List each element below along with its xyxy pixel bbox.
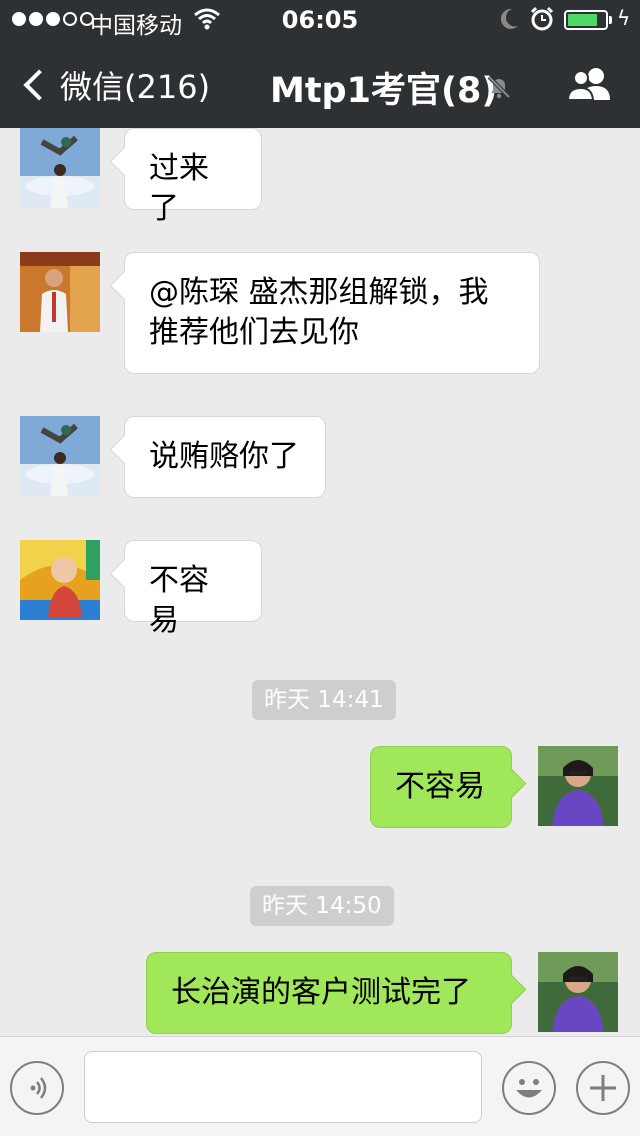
input-bar: [0, 1036, 640, 1136]
timestamp-label: 昨天 14:50: [250, 886, 394, 926]
message-bubble-outgoing[interactable]: 长治演的客户测试完了: [146, 952, 512, 1034]
chevron-left-icon: [23, 69, 55, 101]
timestamp-label: 昨天 14:41: [252, 680, 396, 720]
message-text: 不容易: [395, 769, 485, 804]
message-text: 不容易: [149, 563, 209, 638]
message-bubble-incoming[interactable]: 不容易: [124, 540, 262, 638]
chat-history[interactable]: 过来了 @陈琛 盛杰那组解锁，我 推荐他们去见你 说贿赂你了 不容易 昨天 14…: [0, 128, 640, 1036]
status-bar: 中国移动 06:05 ϟ: [0, 0, 640, 40]
voice-input-button[interactable]: [10, 1061, 64, 1115]
message-text: 过来了: [149, 151, 209, 226]
message-text-line: @陈琛 盛杰那组解锁，我: [149, 275, 489, 310]
charging-icon: ϟ: [617, 6, 631, 30]
emoji-icon: [516, 1079, 542, 1098]
message-text-line: 推荐他们去见你: [149, 315, 359, 350]
voice-icon: [30, 1077, 47, 1099]
do-not-disturb-icon: [500, 8, 518, 29]
alarm-icon: [530, 6, 554, 31]
message-bubble-outgoing[interactable]: 不容易: [370, 746, 512, 828]
my-avatar[interactable]: [538, 746, 618, 826]
chat-title: Mtp1考官(8): [270, 71, 498, 111]
battery-tip: [609, 16, 612, 24]
message-input[interactable]: [84, 1051, 482, 1123]
avatar[interactable]: [20, 416, 100, 496]
message-bubble-incoming[interactable]: 说贿赂你了: [124, 416, 326, 498]
nav-bar: 微信(216) Mtp1考官(8): [0, 40, 640, 128]
message-bubble-incoming[interactable]: 过来了: [124, 128, 262, 226]
plus-icon: [590, 1075, 616, 1101]
back-label: 微信(216): [60, 68, 211, 106]
avatar[interactable]: [20, 252, 100, 332]
message-text: 长治演的客户测试完了: [171, 975, 471, 1010]
message-bubble-incoming[interactable]: @陈琛 盛杰那组解锁，我 推荐他们去见你: [124, 252, 540, 374]
back-button[interactable]: 微信(216): [20, 62, 210, 108]
group-contacts-icon[interactable]: [566, 66, 614, 102]
my-avatar[interactable]: [538, 952, 618, 1032]
battery-icon: [564, 10, 608, 30]
mute-bell-icon: [487, 75, 511, 99]
emoji-button[interactable]: [502, 1061, 556, 1115]
more-options-button[interactable]: [576, 1061, 630, 1115]
message-text: 说贿赂你了: [149, 439, 299, 474]
avatar[interactable]: [20, 540, 100, 620]
avatar[interactable]: [20, 128, 100, 208]
